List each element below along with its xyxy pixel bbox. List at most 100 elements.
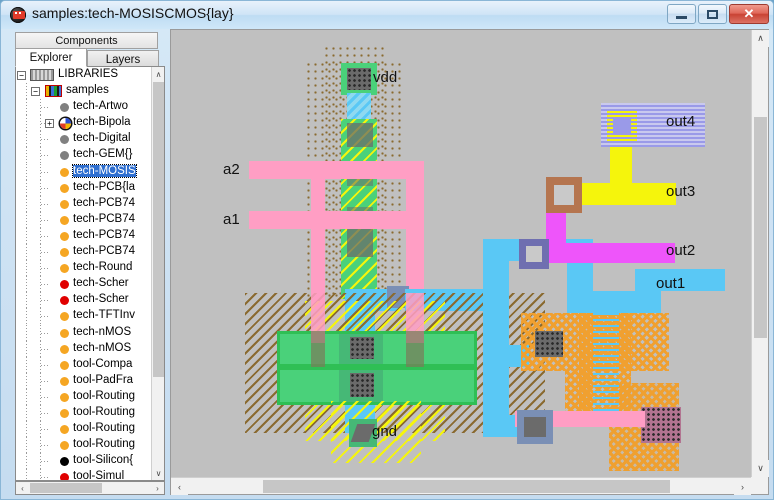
canvas-scroll-down-button[interactable]: ∨	[752, 460, 769, 477]
tree-item-label: samples	[66, 84, 109, 97]
orange-dot-icon	[60, 392, 69, 402]
net-label-out4: out4	[666, 113, 696, 130]
poly-a1-cross	[311, 211, 423, 229]
poly-a2-wire	[249, 161, 424, 179]
gate-lower-right	[406, 331, 424, 367]
explorer-tree[interactable]: − LIBRARIES − samples tech-Artwo + tech-Bipola…	[15, 66, 165, 481]
gate-lower-left	[311, 331, 325, 367]
tree-item-label: tech-Scher	[73, 293, 129, 306]
tree-scroll-right-button[interactable]: ›	[151, 482, 164, 494]
tree-scroll-left-button[interactable]: ‹	[16, 482, 29, 494]
orange-dot-icon	[60, 312, 69, 322]
orange-dot-icon	[60, 441, 69, 451]
tree-vertical-scrollbar[interactable]: ∧ ∨	[151, 67, 164, 480]
tree-item-tech-pcb74[interactable]: tech-PCB74	[16, 244, 151, 261]
title-bar[interactable]: samples:tech-MOSISCMOS{lay} ✕	[1, 1, 773, 29]
tree-item-tech-pcb74[interactable]: tech-PCB74	[16, 195, 151, 212]
orange-dot-icon	[60, 199, 69, 209]
gray-dot-icon	[60, 103, 69, 113]
tree-item-tech-tftinv[interactable]: tech-TFTInv	[16, 308, 151, 325]
contact-nwell-2-overlay	[641, 407, 681, 443]
tree-item-label: LIBRARIES	[58, 68, 119, 80]
tree-item-tool-compa[interactable]: tool-Compa	[16, 356, 151, 373]
tree-item-tech-scher[interactable]: tech-Scher	[16, 276, 151, 293]
metal1-through-nwell	[593, 313, 619, 423]
canvas-scroll-up-button[interactable]: ∧	[752, 30, 769, 47]
tree-expander[interactable]: +	[45, 119, 54, 129]
canvas-vscroll-thumb[interactable]	[754, 117, 767, 338]
tree-scroll-up-button[interactable]: ∧	[152, 67, 164, 81]
contact-upper-2	[347, 229, 373, 257]
library-building-icon	[30, 69, 54, 81]
metal1-left-vertical-2	[483, 345, 509, 437]
net-label-gnd: gnd	[372, 423, 398, 440]
tree-item-tech-mosis[interactable]: tech-MOSIS	[16, 163, 151, 180]
tree-item-tool-routing[interactable]: tool-Routing	[16, 421, 151, 438]
tree-item-tool-routing[interactable]: tool-Routing	[16, 404, 151, 422]
tree-scroll-down-button[interactable]: ∨	[152, 466, 164, 480]
tree-vscroll-thumb[interactable]	[153, 82, 164, 377]
orange-dot-icon	[60, 408, 69, 418]
tree-item-tech-pcb74[interactable]: tech-PCB74	[16, 211, 151, 228]
tree-item-label: tech-nMOS	[73, 341, 132, 354]
sidebar-tabs: Explorer Layers	[15, 48, 165, 67]
tree-item-label: tech-Bipola	[73, 116, 131, 129]
tree-horizontal-scrollbar[interactable]: ‹ ›	[15, 481, 165, 495]
tree-item-label: tech-PCB74	[73, 245, 136, 258]
net-label-a1: a1	[223, 211, 240, 228]
tree-hscroll-thumb[interactable]	[30, 483, 102, 493]
orange-dot-icon	[60, 328, 69, 338]
tree-item-libraries[interactable]: − LIBRARIES	[16, 67, 151, 83]
canvas-frame: vdd a2 a1 gnd out4 out3 out2 out1 ∧ ∨ ‹ ›	[170, 29, 769, 495]
application-window: samples:tech-MOSISCMOS{lay} ✕ Components…	[0, 0, 774, 500]
maximize-button[interactable]	[698, 4, 727, 24]
canvas-scroll-left-button[interactable]: ‹	[171, 478, 188, 495]
tree-item-tech-pcb74[interactable]: tech-PCB74	[16, 227, 151, 245]
tree-item-samples[interactable]: − samples	[16, 83, 151, 100]
net-label-out2: out2	[666, 242, 696, 259]
active-frame-1	[277, 331, 477, 367]
red-dot-icon	[60, 473, 69, 480]
net-label-out1: out1	[656, 275, 686, 292]
tree-item-tool-routing[interactable]: tool-Routing	[16, 388, 151, 405]
tree-item-tool-padfra[interactable]: tool-PadFra	[16, 372, 151, 389]
gray-dot-icon	[60, 135, 69, 145]
tree-item-label: tech-nMOS	[73, 325, 132, 338]
tree-item-tech-gem[interactable]: tech-GEM{}	[16, 147, 151, 164]
maximize-icon	[707, 9, 718, 19]
tab-explorer[interactable]: Explorer	[15, 48, 87, 67]
tree-item-label: tech-Scher	[73, 277, 129, 290]
tree-item-label: tool-Routing	[73, 389, 136, 402]
tree-item-label: tool-Routing	[73, 405, 136, 418]
layout-canvas[interactable]: vdd a2 a1 gnd out4 out3 out2 out1	[171, 30, 751, 477]
red-dot-icon	[60, 296, 69, 306]
minimize-button[interactable]	[667, 4, 696, 24]
tree-item-tech-bipola[interactable]: + tech-Bipola	[16, 115, 151, 132]
canvas-scroll-right-button[interactable]: ›	[734, 478, 751, 495]
tree-item-tech-artwo[interactable]: tech-Artwo	[16, 99, 151, 116]
window-content: Components Explorer Layers − LIBRARIES − sa…	[5, 29, 769, 495]
tree-item-tool-silicon[interactable]: tool-Silicon{	[16, 453, 151, 470]
tree-item-tech-nmos[interactable]: tech-nMOS	[16, 324, 151, 341]
canvas-vertical-scrollbar[interactable]: ∧ ∨	[751, 30, 769, 477]
tree-item-tech-digital[interactable]: tech-Digital	[16, 131, 151, 148]
canvas-horizontal-scrollbar[interactable]: ‹ ›	[171, 477, 751, 495]
orange-dot-icon	[60, 231, 69, 241]
tree-item-label: tech-Artwo	[73, 100, 128, 113]
tab-layers[interactable]: Layers	[87, 50, 159, 67]
tree-item-tech-scher[interactable]: tech-Scher	[16, 292, 151, 309]
orange-dot-icon	[60, 425, 69, 435]
black-dot-icon	[60, 457, 69, 467]
tree-item-tool-simul[interactable]: tool-Simul	[16, 469, 151, 480]
tree-item-label: tech-Round	[73, 261, 133, 274]
close-button[interactable]: ✕	[729, 4, 769, 24]
tree-item-label: tool-Compa	[73, 357, 133, 370]
canvas-hscroll-thumb[interactable]	[263, 480, 670, 493]
tree-item-tech-nmos[interactable]: tech-nMOS	[16, 340, 151, 357]
tree-item-tech-pcb-la[interactable]: tech-PCB{la	[16, 179, 151, 196]
tree-item-tool-routing[interactable]: tool-Routing	[16, 437, 151, 454]
tree-item-tech-round[interactable]: tech-Round	[16, 260, 151, 277]
tree-item-label: tool-Routing	[73, 422, 136, 435]
tree-expander[interactable]: −	[17, 71, 26, 80]
tree-expander[interactable]: −	[31, 87, 40, 97]
